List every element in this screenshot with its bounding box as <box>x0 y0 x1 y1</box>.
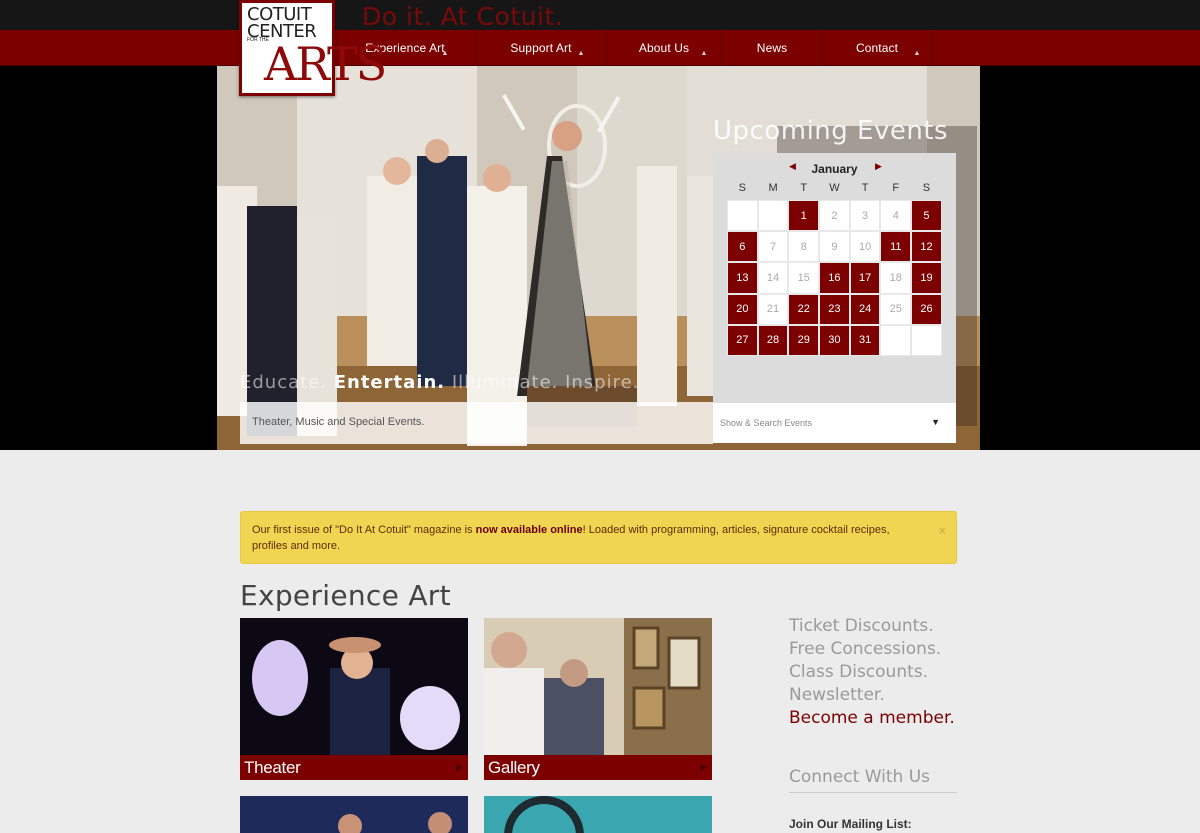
show-search-label: Show & Search Events <box>720 418 813 428</box>
calendar-event-day[interactable]: 16 <box>819 262 850 294</box>
main-nav: Experience Art ▲ Support Art ▲ About Us ▲ News… <box>334 30 933 66</box>
music-image <box>240 796 468 833</box>
weekday-label: T <box>861 182 869 194</box>
calendar-weekday-row: SMTWTFS <box>727 182 942 194</box>
calendar-event-day[interactable]: 27 <box>727 324 758 356</box>
alert-link[interactable]: now available online <box>476 524 583 536</box>
alert-close-button[interactable]: × <box>938 523 946 539</box>
calendar-event-day[interactable]: 23 <box>819 293 850 325</box>
calendar-event-day[interactable]: 13 <box>727 262 758 294</box>
nav-item-label: Support Art <box>510 41 572 55</box>
perk-item: Free Concessions. <box>789 639 942 659</box>
calendar-day: 9 <box>819 231 850 263</box>
calendar-event-day[interactable]: 17 <box>849 262 881 294</box>
theater-label: Theater <box>244 758 301 777</box>
calendar-day: 3 <box>849 200 881 232</box>
nav-item-about-us[interactable]: About Us ▲ <box>606 30 723 66</box>
calendar-day: 4 <box>880 200 912 232</box>
hero-motto: Educate. Entertain. Illuminate. Inspire. <box>240 372 640 393</box>
weekday-label: M <box>768 182 778 194</box>
weekday-label: F <box>892 182 900 194</box>
site-logo[interactable]: COTUIT CENTER FOR THE ARTS <box>239 0 387 96</box>
calendar-day <box>757 200 789 232</box>
calendar-day: 8 <box>788 231 820 263</box>
logo-text-line1: COTUIT CENTER <box>247 4 317 42</box>
events-calendar: ◀ January ▶ SMTWTFS 1 2 3 4 5 6 7 8 9 10 11 12 13 14 1… <box>713 153 956 403</box>
dropdown-caret-icon: ▲ <box>913 50 921 57</box>
connect-heading: Connect With Us <box>789 767 957 793</box>
calendar-day: 18 <box>880 262 912 294</box>
dropdown-caret-icon: ▲ <box>700 50 708 57</box>
experience-art-heading: Experience Art <box>240 579 451 612</box>
calendar-event-day[interactable]: 24 <box>849 293 881 325</box>
top-bar <box>0 0 1200 30</box>
chevron-right-icon: ▶ <box>700 762 707 772</box>
calendar-event-day[interactable]: 12 <box>911 231 942 263</box>
weekday-label: W <box>829 182 840 194</box>
calendar-day <box>911 324 942 356</box>
calendar-day <box>880 324 912 356</box>
nav-item-support-art[interactable]: Support Art ▲ <box>477 30 606 66</box>
nav-item-label: News <box>756 41 788 55</box>
dropdown-caret-icon: ▲ <box>577 50 585 57</box>
weekday-label: S <box>922 182 931 194</box>
logo-arts-text: ARTS <box>264 37 387 91</box>
calendar-event-day[interactable]: 22 <box>788 293 820 325</box>
theater-tile[interactable]: Theater ▶ <box>240 618 468 780</box>
perk-item: Class Discounts. <box>789 662 929 682</box>
chevron-right-icon: ▶ <box>456 762 463 772</box>
calendar-event-day[interactable]: 1 <box>788 200 820 232</box>
weekday-label: T <box>800 182 808 194</box>
dropdown-caret-icon: ▲ <box>441 50 449 57</box>
nav-item-label: Contact <box>855 41 899 55</box>
gallery-image <box>484 618 712 755</box>
nav-item-contact[interactable]: Contact ▲ <box>822 30 933 66</box>
calendar-event-day[interactable]: 20 <box>727 293 758 325</box>
site-tagline: Do it. At Cotuit. <box>362 2 564 31</box>
calendar-day: 21 <box>757 293 789 325</box>
calendar-event-day[interactable]: 28 <box>757 324 789 356</box>
calendar-event-day[interactable]: 30 <box>819 324 850 356</box>
nav-item-news[interactable]: News <box>723 30 822 66</box>
calendar-event-day[interactable]: 19 <box>911 262 942 294</box>
membership-perks: Ticket Discounts. Free Concessions. Clas… <box>789 615 955 730</box>
calendar-event-day[interactable]: 29 <box>788 324 820 356</box>
become-member-link[interactable]: Become a member. <box>789 707 955 730</box>
calendar-day: 15 <box>788 262 820 294</box>
weekday-label: S <box>738 182 747 194</box>
gallery-tile[interactable]: Gallery ▶ <box>484 618 712 780</box>
calendar-day: 10 <box>849 231 881 263</box>
calendar-day: 14 <box>757 262 789 294</box>
calendar-event-day[interactable]: 11 <box>880 231 912 263</box>
calendar-event-day[interactable]: 5 <box>911 200 942 232</box>
film-image <box>484 796 712 833</box>
calendar-event-day[interactable]: 6 <box>727 231 758 263</box>
gallery-label: Gallery <box>488 758 540 777</box>
calendar-grid: 1 2 3 4 5 6 7 8 9 10 11 12 13 14 15 16 17 18 19 20 21 22 23 24 2… <box>727 200 942 356</box>
calendar-day <box>727 200 758 232</box>
calendar-day: 25 <box>880 293 912 325</box>
next-month-icon[interactable]: ▶ <box>875 161 882 172</box>
mailing-list-label: Join Our Mailing List: <box>789 817 912 831</box>
hero-subtitle-bar: Theater, Music and Special Events. <box>240 402 713 444</box>
music-tile[interactable] <box>240 796 468 833</box>
magazine-alert: Our first issue of "Do It At Cotuit" mag… <box>240 511 957 564</box>
perk-item: Ticket Discounts. <box>789 616 934 636</box>
calendar-month: January <box>811 162 858 176</box>
upcoming-events-title: Upcoming Events <box>713 116 949 146</box>
nav-item-label: About Us <box>638 41 690 55</box>
dropdown-arrow-icon: ▼ <box>931 417 940 427</box>
gallery-caption: Gallery ▶ <box>484 755 712 780</box>
calendar-event-day[interactable]: 31 <box>849 324 881 356</box>
show-search-events-dropdown[interactable]: Show & Search Events ▼ <box>713 403 956 443</box>
theater-image <box>240 618 468 758</box>
hero-subtitle: Theater, Music and Special Events. <box>252 416 425 428</box>
calendar-day: 2 <box>819 200 850 232</box>
calendar-event-day[interactable]: 26 <box>911 293 942 325</box>
calendar-day: 7 <box>757 231 789 263</box>
film-tile[interactable] <box>484 796 712 833</box>
perk-item: Newsletter. <box>789 685 885 705</box>
theater-caption: Theater ▶ <box>240 755 468 780</box>
alert-text: Our first issue of "Do It At Cotuit" mag… <box>252 524 476 536</box>
